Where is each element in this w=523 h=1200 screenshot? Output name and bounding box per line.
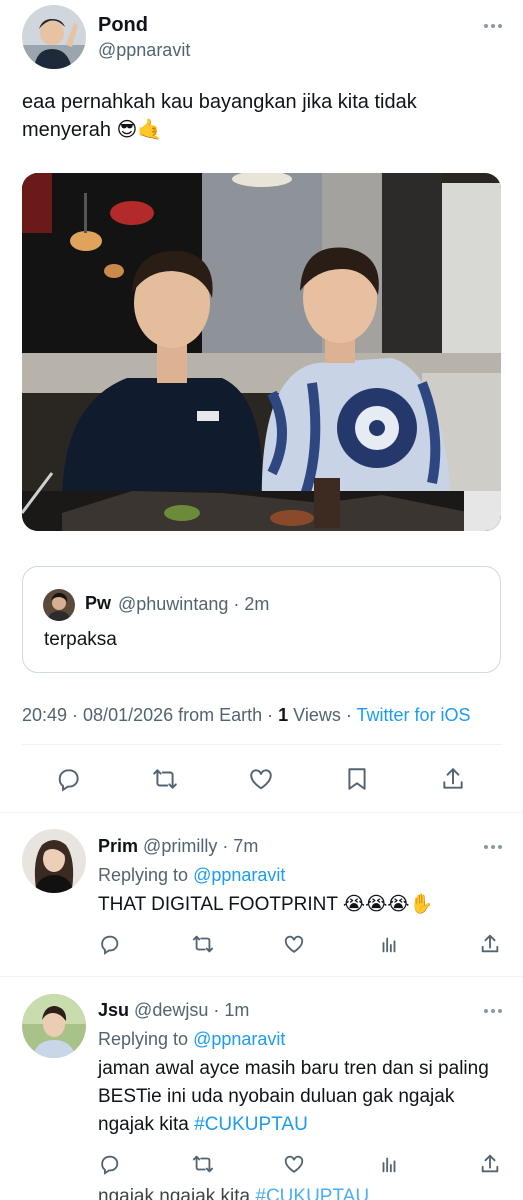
more-options-icon[interactable] <box>481 21 505 31</box>
like-icon[interactable] <box>281 931 307 957</box>
views-label: Views · <box>288 705 357 725</box>
reply-header: Prim @primilly · 7m <box>98 836 258 857</box>
author-avatar[interactable] <box>22 5 86 69</box>
quoted-text: terpaksa <box>44 629 117 650</box>
reply-handle[interactable]: @primilly · 7m <box>143 836 258 856</box>
share-icon[interactable] <box>436 762 470 796</box>
retweet-icon[interactable] <box>190 931 216 957</box>
reply-avatar[interactable] <box>22 994 86 1058</box>
replying-to: Replying to @ppnaravit <box>98 865 285 886</box>
replying-to: Replying to @ppnaravit <box>98 1029 285 1050</box>
more-options-icon[interactable] <box>481 842 505 852</box>
quoted-name: Pw <box>85 593 112 613</box>
reply-text: THAT DIGITAL FOOTPRINT 😭😭😭✋ <box>98 894 434 915</box>
quoted-handle: @phuwintang · 2m <box>118 594 270 614</box>
share-icon[interactable] <box>477 1151 503 1177</box>
tweet-photo[interactable] <box>22 173 501 531</box>
retweet-icon[interactable] <box>190 1151 216 1177</box>
reply-icon[interactable] <box>97 931 123 957</box>
cut-off-hashtag[interactable]: #CUKUPTAU <box>255 1186 369 1200</box>
reply-name[interactable]: Prim <box>98 836 138 856</box>
replying-mention[interactable]: @ppnaravit <box>193 1029 285 1049</box>
cut-off-body: ngajak ngajak kita <box>98 1186 256 1200</box>
reply-header: Jsu @dewjsu · 1m <box>98 1000 249 1021</box>
reply-avatar[interactable] <box>22 829 86 893</box>
like-icon[interactable] <box>281 1151 307 1177</box>
share-icon[interactable] <box>477 931 503 957</box>
views-count[interactable]: 1 <box>278 705 288 725</box>
analytics-icon[interactable] <box>376 931 402 957</box>
divider <box>22 744 502 745</box>
reply-tweet[interactable]: Jsu @dewjsu · 1m Replying to @ppnaravit … <box>0 976 523 1186</box>
more-options-icon[interactable] <box>481 1006 505 1016</box>
tweet-meta: 20:49 · 08/01/2026 from Earth · 1 Views … <box>22 705 471 726</box>
reply-handle[interactable]: @dewjsu · 1m <box>134 1000 249 1020</box>
tweet-actions <box>0 760 523 800</box>
reply-name[interactable]: Jsu <box>98 1000 129 1020</box>
hashtag-link[interactable]: #CUKUPTAU <box>194 1114 308 1135</box>
cut-off-text: ngajak ngajak kita #CUKUPTAU <box>98 1186 369 1200</box>
tweet-timestamp: 20:49 · 08/01/2026 from Earth · <box>22 705 279 725</box>
quoted-tweet[interactable]: Pw @phuwintang · 2m terpaksa <box>22 566 501 673</box>
tweet-text: eaa pernahkah kau bayangkan jika kita ti… <box>22 91 417 141</box>
replying-label: Replying to <box>98 1029 194 1049</box>
author-name[interactable]: Pond <box>98 14 148 37</box>
reply-icon[interactable] <box>52 762 86 796</box>
replying-mention[interactable]: @ppnaravit <box>193 865 285 885</box>
author-handle[interactable]: @ppnaravit <box>98 40 190 61</box>
like-icon[interactable] <box>244 762 278 796</box>
reply-actions <box>0 1151 523 1181</box>
reply-tweet[interactable]: Prim @primilly · 7m Replying to @ppnarav… <box>0 812 523 976</box>
replying-label: Replying to <box>98 865 194 885</box>
quoted-avatar[interactable] <box>43 589 75 621</box>
analytics-icon[interactable] <box>376 1151 402 1177</box>
reply-icon[interactable] <box>97 1151 123 1177</box>
client-link[interactable]: Twitter for iOS <box>357 705 471 725</box>
reply-text: jaman awal ayce masih baru tren dan si p… <box>98 1055 498 1139</box>
bookmark-icon[interactable] <box>340 762 374 796</box>
reply-actions <box>0 931 523 961</box>
retweet-icon[interactable] <box>148 762 182 796</box>
